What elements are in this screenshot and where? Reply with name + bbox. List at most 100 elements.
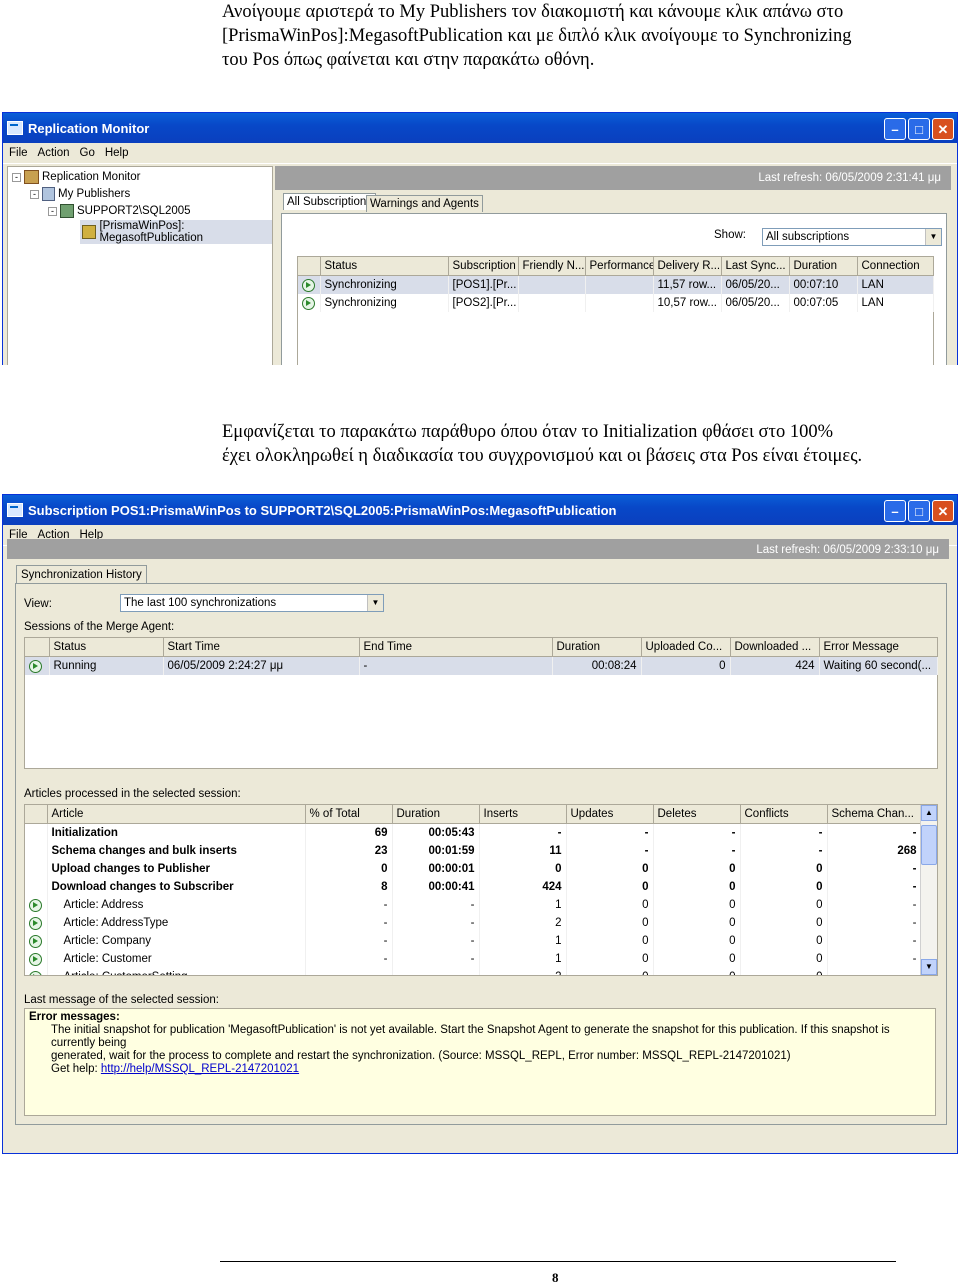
cell-updates: 0: [566, 932, 654, 950]
table-row[interactable]: Article: Company - -1 0 0 0-: [25, 932, 922, 950]
table-row[interactable]: Running 06/05/2009 2:24:27 μμ - 00:08:24…: [25, 656, 938, 675]
column-duration[interactable]: Duration: [552, 638, 642, 657]
menu-help[interactable]: Help: [105, 147, 129, 159]
chevron-down-icon[interactable]: ▼: [925, 229, 941, 245]
column-downloaded-changes[interactable]: Downloaded ...: [730, 638, 820, 657]
row-icon-cell: [25, 914, 48, 932]
column-end-time[interactable]: End Time: [359, 638, 553, 657]
row-icon-cell: [25, 932, 48, 950]
maximize-button[interactable]: □: [908, 118, 930, 140]
column-article[interactable]: Article: [47, 805, 306, 824]
cell-duration: -: [392, 950, 480, 968]
articles-scrollbar[interactable]: ▲ ▼: [920, 805, 937, 975]
subscription-titlebar[interactable]: Subscription POS1:PrismaWinPos to SUPPOR…: [3, 495, 957, 525]
collapse-icon[interactable]: -: [30, 189, 39, 199]
cell-updates: 0: [566, 914, 654, 932]
scroll-thumb[interactable]: [921, 825, 937, 865]
collapse-icon[interactable]: -: [12, 172, 21, 182]
column-performance[interactable]: Performance: [585, 257, 654, 276]
table-row[interactable]: Synchronizing [POS2].[Pr... 10,57 row...…: [298, 294, 934, 312]
table-row[interactable]: Article: AddressType - -2 0 0 0-: [25, 914, 922, 932]
cell-last-sync: 06/05/20...: [721, 294, 790, 312]
minimize-button[interactable]: –: [884, 500, 906, 522]
cell-percent-total: -: [305, 932, 393, 950]
table-row[interactable]: Synchronizing [POS1].[Pr... 11,57 row...…: [298, 275, 934, 294]
article-icon: [29, 952, 42, 966]
column-schema-changes[interactable]: Schema Chan...: [827, 805, 922, 824]
tree-node-publishers[interactable]: - My Publishers: [30, 187, 130, 201]
synchronizing-icon: [302, 296, 315, 310]
table-row[interactable]: Article: Address - -1 0 0 0-: [25, 896, 922, 914]
tree-node-publication[interactable]: [PrismaWinPos]: MegasoftPublication: [80, 220, 272, 244]
cell-friendly-name: [518, 294, 586, 312]
menu-go[interactable]: Go: [80, 147, 95, 159]
table-row[interactable]: Schema changes and bulk inserts 23 00:01:5…: [25, 842, 922, 860]
publication-icon: [82, 225, 97, 239]
menu-file[interactable]: File: [9, 147, 28, 159]
column-connection[interactable]: Connection: [857, 257, 934, 276]
collapse-icon[interactable]: -: [48, 206, 57, 216]
table-row[interactable]: Download changes to Subscriber 8 00:00:41 4…: [25, 878, 922, 896]
column-status[interactable]: Status: [49, 638, 164, 657]
column-subscription[interactable]: Subscription: [448, 257, 519, 276]
maximize-button[interactable]: □: [908, 500, 930, 522]
column-error-message[interactable]: Error Message: [819, 638, 938, 657]
scroll-up-icon[interactable]: ▲: [921, 805, 937, 821]
replication-monitor-titlebar[interactable]: Replication Monitor – □ ✕: [3, 113, 957, 143]
column-last-sync[interactable]: Last Sync...: [721, 257, 790, 276]
column-delivery-rate[interactable]: Delivery R...: [653, 257, 722, 276]
column-inserts[interactable]: Inserts: [479, 805, 567, 824]
tab-warnings-agents[interactable]: Warnings and Agents: [366, 195, 483, 212]
replication-monitor-window: Replication Monitor – □ ✕ File Action Go…: [2, 112, 958, 365]
row-icon-cell: [25, 823, 48, 842]
column-uploaded-changes[interactable]: Uploaded Co...: [641, 638, 731, 657]
column-deletes[interactable]: Deletes: [653, 805, 741, 824]
close-button[interactable]: ✕: [932, 500, 954, 522]
tab-panel: Show: All subscriptions ▼ Status Subscri…: [281, 213, 947, 365]
cell-duration: 00:07:10: [789, 275, 858, 294]
show-dropdown[interactable]: All subscriptions ▼: [762, 228, 942, 246]
minimize-button[interactable]: –: [884, 118, 906, 140]
cell-percent-total: 23: [305, 842, 393, 860]
table-row[interactable]: Initialization 69 00:05:43- - - - -: [25, 823, 922, 842]
table-row[interactable]: Upload changes to Publisher 0 00:00:01 0 0 0 0…: [25, 860, 922, 878]
cell-conflicts: -: [740, 842, 828, 860]
column-updates[interactable]: Updates: [566, 805, 654, 824]
cell-subscription: [POS1].[Pr...: [448, 275, 519, 294]
tree-node-root[interactable]: - Replication Monitor: [12, 170, 140, 184]
column-duration[interactable]: Duration: [392, 805, 480, 824]
row-icon-cell: [298, 294, 321, 312]
error-heading: Error messages:: [29, 1011, 120, 1023]
history-panel: View: The last 100 synchronizations ▼ Se…: [15, 583, 947, 1125]
column-status[interactable]: Status: [320, 257, 449, 276]
view-dropdown-value: The last 100 synchronizations: [124, 597, 277, 609]
cell-schema-changes: -: [827, 914, 922, 932]
column-conflicts[interactable]: Conflicts: [740, 805, 828, 824]
cell-duration: 00:01:59: [392, 842, 480, 860]
cell-updates: 0: [566, 860, 654, 878]
tree-root-label: Replication Monitor: [42, 171, 141, 183]
column-duration[interactable]: Duration: [789, 257, 858, 276]
help-link[interactable]: http://help/MSSQL_REPL-2147201021: [101, 1063, 299, 1075]
tab-synchronization-history[interactable]: Synchronization History: [16, 565, 147, 584]
tree-node-server[interactable]: - SUPPORT2\SQL2005: [48, 204, 191, 218]
cell-duration: -: [392, 896, 480, 914]
menu-action[interactable]: Action: [38, 147, 70, 159]
column-percent-total[interactable]: % of Total: [305, 805, 393, 824]
column-start-time[interactable]: Start Time: [163, 638, 360, 657]
table-row[interactable]: Article: CustomerSetting--2000-: [25, 968, 922, 975]
cell-updates: -: [566, 842, 654, 860]
intro-line-2: [PrismaWinPos]:MegasoftPublication και μ…: [222, 26, 852, 46]
cell-article: Schema changes and bulk inserts: [47, 842, 306, 860]
cell-conflicts: 0: [740, 896, 828, 914]
scroll-down-icon[interactable]: ▼: [921, 959, 937, 975]
menu-bar: File Action Go Help: [3, 143, 957, 164]
cell-delivery-rate: 11,57 row...: [653, 275, 722, 294]
tab-all-subscriptions[interactable]: All Subscriptions: [283, 193, 377, 210]
table-row[interactable]: Article: Customer - -1 0 0 0-: [25, 950, 922, 968]
chevron-down-icon[interactable]: ▼: [367, 595, 383, 611]
cell-inserts: 2: [479, 914, 567, 932]
view-dropdown[interactable]: The last 100 synchronizations ▼: [120, 594, 384, 612]
column-friendly-name[interactable]: Friendly N...: [518, 257, 586, 276]
close-button[interactable]: ✕: [932, 118, 954, 140]
